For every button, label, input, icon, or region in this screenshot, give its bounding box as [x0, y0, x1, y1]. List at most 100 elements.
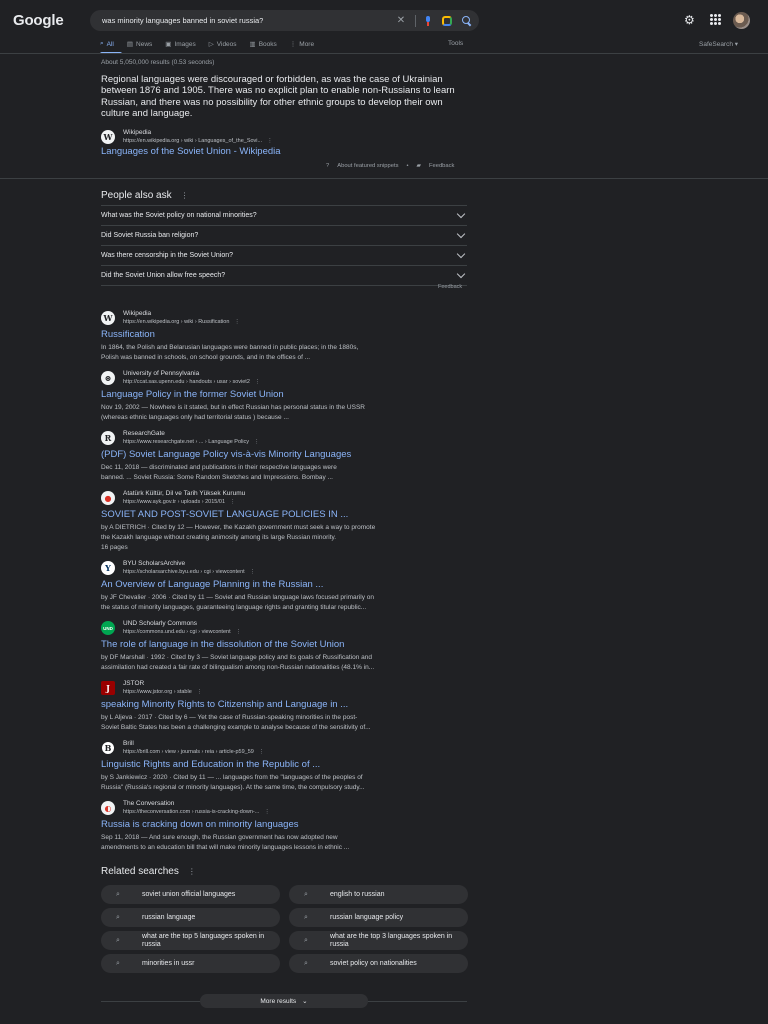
more-options-icon[interactable]: ⋮ — [234, 319, 240, 325]
result-snippet: by L Aljeva · 2017 · Cited by 6 — Yet th… — [101, 714, 371, 731]
paa-question[interactable]: Did the Soviet Union allow free speech? — [101, 265, 467, 285]
tab-videos[interactable]: ▷ Videos — [208, 40, 237, 49]
google-logo[interactable]: Google — [13, 12, 64, 29]
paa-feedback-link[interactable]: Feedback — [438, 284, 462, 290]
lens-icon[interactable] — [442, 15, 452, 26]
search-result: ⊛ University of Pennsylvania http://ccat… — [101, 370, 471, 423]
result-title-link[interactable]: The role of language in the dissolution … — [101, 639, 471, 650]
brill-favicon-icon: B — [101, 741, 115, 755]
result-source[interactable]: R ResearchGate https://www.researchgate.… — [101, 430, 471, 446]
book-icon: ▥ — [249, 41, 256, 48]
related-search-chip[interactable]: ⌕ what are the top 5 languages spoken in … — [101, 931, 280, 950]
tab-books[interactable]: ▥ Books — [249, 40, 277, 49]
more-options-icon[interactable]: ⋮ — [255, 379, 261, 385]
more-options-icon[interactable]: ⋮ — [250, 569, 256, 575]
source-name: ResearchGate — [123, 430, 165, 437]
source-name: The Conversation — [123, 800, 175, 807]
search-icon: ⌕ — [304, 890, 308, 898]
source-url: https://www.ayk.gov.tr › uploads › 2015/… — [123, 499, 226, 505]
source-name: Wikipedia — [123, 129, 152, 136]
result-source[interactable]: Y BYU ScholarsArchive https://scholarsar… — [101, 560, 471, 576]
search-result: ◐ The Conversation https://theconversati… — [101, 800, 471, 853]
source-name: Atatürk Kültür, Dil ve Tarih Yüksek Kuru… — [123, 490, 246, 497]
clear-icon[interactable]: ✕ — [395, 15, 407, 26]
related-searches-heading: Related searches ⋮ — [101, 866, 196, 877]
tab-news[interactable]: ▤ News — [127, 40, 152, 49]
search-tabs: ⌕ All ▤ News ▣ Images ▷ Videos ▥ Books ⋮ More — [100, 40, 314, 48]
result-source[interactable]: UND UND Scholarly Commons https://common… — [101, 620, 471, 636]
tab-all[interactable]: ⌕ All — [100, 40, 114, 48]
more-options-icon[interactable]: ⋮ — [254, 439, 260, 445]
chevron-down-icon — [456, 249, 466, 258]
search-result: R ResearchGate https://www.researchgate.… — [101, 430, 471, 483]
related-search-chip[interactable]: ⌕ minorities in ussr — [101, 954, 280, 973]
related-search-chip[interactable]: ⌕ russian language — [101, 908, 280, 927]
about-featured-snippets-link[interactable]: About featured snippets — [337, 163, 398, 169]
tools-button[interactable]: Tools — [448, 40, 463, 47]
settings-gear-icon[interactable]: ⚙ — [684, 14, 696, 26]
result-source[interactable]: B Brill https://brill.com › view › journ… — [101, 740, 471, 756]
source-url: https://www.jstor.org › stable — [123, 689, 192, 695]
result-source[interactable]: ⊛ University of Pennsylvania http://ccat… — [101, 370, 471, 386]
more-results-button[interactable]: More results ⌄ — [200, 994, 368, 1008]
result-title-link[interactable]: Russia is cracking down on minority lang… — [101, 819, 471, 830]
result-source[interactable]: ● Atatürk Kültür, Dil ve Tarih Yüksek Ku… — [101, 490, 471, 506]
result-snippet: Sep 11, 2018 — And sure enough, the Russ… — [101, 834, 350, 851]
penn-favicon-icon: ⊛ — [101, 371, 115, 385]
more-dots-icon: ⋮ — [289, 41, 297, 48]
paa-question[interactable]: Was there censorship in the Soviet Union… — [101, 245, 467, 265]
chevron-down-icon — [456, 209, 466, 218]
search-icon: ⌕ — [116, 936, 120, 944]
avatar[interactable] — [733, 12, 750, 29]
result-source[interactable]: J JSTOR https://www.jstor.org › stable ⋮ — [101, 680, 471, 696]
more-options-icon[interactable]: ⋮ — [197, 689, 203, 695]
related-search-chip[interactable]: ⌕ russian language policy — [289, 908, 468, 927]
result-title-link[interactable]: Russification — [101, 329, 471, 340]
safesearch-button[interactable]: SafeSearch ▾ — [699, 40, 738, 48]
tab-images[interactable]: ▣ Images — [165, 40, 195, 49]
more-options-icon[interactable]: ⋮ — [230, 499, 236, 505]
apps-grid-icon[interactable] — [710, 14, 721, 25]
result-title-link[interactable]: (PDF) Soviet Language Policy vis-à-vis M… — [101, 449, 471, 460]
result-snippet: by A DIETRICH · Cited by 12 — However, t… — [101, 524, 376, 551]
featured-title-link[interactable]: Languages of the Soviet Union - Wikipedi… — [101, 146, 281, 157]
more-options-icon[interactable]: ⋮ — [259, 749, 265, 755]
search-divider — [415, 14, 416, 27]
result-title-link[interactable]: SOVIET AND POST-SOVIET LANGUAGE POLICIES… — [101, 509, 471, 520]
more-options-icon[interactable]: ⋮ — [236, 629, 242, 635]
result-snippet: In 1864, the Polish and Belarusian langu… — [101, 344, 359, 361]
separator-dot: • — [406, 163, 409, 169]
tab-more[interactable]: ⋮ More — [289, 40, 314, 49]
related-search-chip[interactable]: ⌕ soviet union official languages — [101, 885, 280, 904]
result-title-link[interactable]: Linguistic Rights and Education in the R… — [101, 759, 471, 770]
paa-question[interactable]: Did Soviet Russia ban religion? — [101, 225, 467, 245]
related-search-chip[interactable]: ⌕ english to russian — [289, 885, 468, 904]
source-url: https://theconversation.com › russia-is-… — [123, 809, 260, 815]
result-title-link[interactable]: An Overview of Language Planning in the … — [101, 579, 471, 590]
more-options-icon[interactable]: ⋮ — [267, 138, 273, 144]
search-box[interactable]: was minority languages banned in soviet … — [90, 10, 479, 31]
source-name: University of Pennsylvania — [123, 370, 200, 377]
feedback-link[interactable]: Feedback — [429, 163, 454, 169]
result-title-link[interactable]: speaking Minority Rights to Citizenship … — [101, 699, 471, 710]
result-source[interactable]: W Wikipedia https://en.wikipedia.org › w… — [101, 310, 471, 326]
source-url: https://en.wikipedia.org › wiki › Langua… — [123, 138, 263, 144]
search-input[interactable]: was minority languages banned in soviet … — [102, 16, 395, 25]
related-search-chip[interactable]: ⌕ what are the top 3 languages spoken in … — [289, 931, 468, 950]
wikipedia-favicon-icon: W — [101, 311, 115, 325]
search-icon[interactable] — [462, 16, 471, 25]
more-options-icon[interactable]: ⋮ — [188, 867, 196, 876]
more-options-icon[interactable]: ⋮ — [181, 191, 189, 200]
source-url: https://www.researchgate.net › ... › Lan… — [123, 439, 249, 445]
result-snippet: Nov 19, 2002 — Nowhere is it stated, but… — [101, 404, 365, 421]
video-icon: ▷ — [208, 41, 214, 48]
featured-source[interactable]: W Wikipedia https://en.wikipedia.org › w… — [101, 129, 273, 145]
more-options-icon[interactable]: ⋮ — [264, 809, 270, 815]
result-source[interactable]: ◐ The Conversation https://theconversati… — [101, 800, 471, 816]
microphone-icon[interactable] — [424, 15, 432, 26]
result-title-link[interactable]: Language Policy in the former Soviet Uni… — [101, 389, 471, 400]
paa-question[interactable]: What was the Soviet policy on national m… — [101, 205, 467, 225]
source-name: Brill — [123, 740, 134, 747]
related-search-chip[interactable]: ⌕ soviet policy on nationalities — [289, 954, 468, 973]
result-stats: About 5,050,000 results (0.53 seconds) — [101, 59, 215, 66]
